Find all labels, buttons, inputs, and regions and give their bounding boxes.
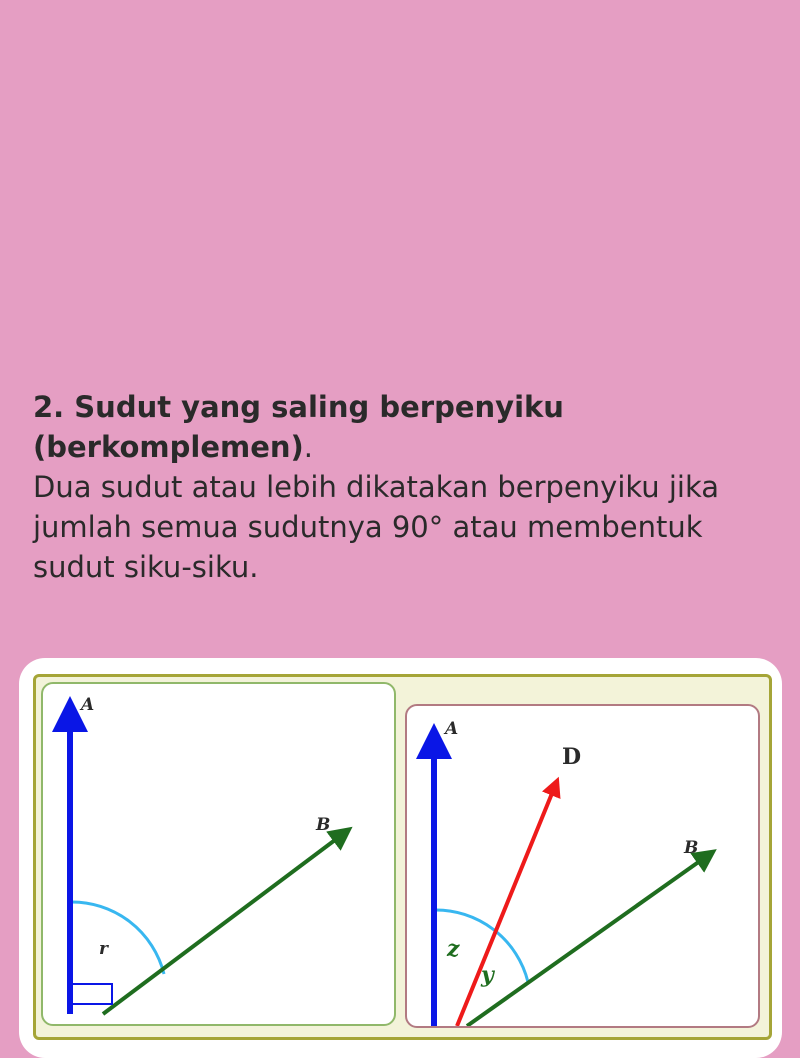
label-a-right: A: [443, 719, 458, 739]
text-content: 2. Sudut yang saling berpenyiku (berkomp…: [33, 387, 773, 587]
heading-period: .: [303, 430, 314, 464]
diagram-panel-left: A B r: [41, 682, 396, 1026]
label-y: y: [480, 962, 496, 988]
label-a-left: A: [79, 695, 94, 715]
ray-d: [455, 776, 561, 1026]
diagram-frame: A B r A D B z y: [33, 674, 772, 1040]
right-angle-marker: [71, 983, 113, 1005]
diagram-panel-right: A D B z y: [405, 704, 760, 1028]
label-b-left: B: [315, 815, 330, 835]
ray-b-right: [465, 849, 717, 1026]
ray-b-left: [101, 826, 353, 1016]
section-heading: 2. Sudut yang saling berpenyiku (berkomp…: [33, 387, 773, 467]
angle-arc-r: [69, 900, 166, 975]
label-b-right: B: [683, 838, 698, 858]
label-z: z: [446, 936, 460, 962]
label-d: D: [562, 744, 581, 770]
description-paragraph: Dua sudut atau lebih dikatakan berpenyik…: [33, 470, 720, 584]
heading-text: 2. Sudut yang saling berpenyiku (berkomp…: [33, 390, 564, 464]
label-r: r: [99, 939, 109, 959]
diagram-card: A B r A D B z y: [19, 658, 782, 1058]
